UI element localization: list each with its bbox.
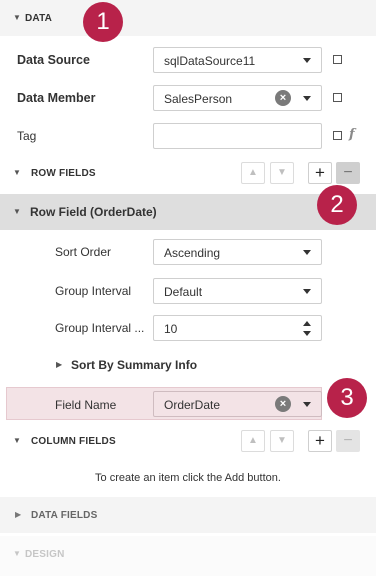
tag-input[interactable] xyxy=(153,123,322,149)
sort-order-label: Sort Order xyxy=(55,245,112,259)
expand-arrow-icon: ▶ xyxy=(15,510,22,519)
expression-icon[interactable]: f xyxy=(349,127,355,142)
chevron-down-icon xyxy=(303,250,311,255)
collapse-arrow-icon: ▼ xyxy=(13,168,21,177)
chevron-down-icon xyxy=(303,402,311,407)
data-section-label: DATA xyxy=(25,13,53,24)
callout-badge-2: 2 xyxy=(317,185,357,225)
collapse-arrow-icon: ▼ xyxy=(13,549,21,558)
data-source-checkbox[interactable] xyxy=(333,55,342,64)
group-interval-select[interactable]: Default xyxy=(153,278,322,304)
column-fields-label: COLUMN FIELDS xyxy=(31,436,116,447)
sort-by-summary-label: Sort By Summary Info xyxy=(71,358,198,372)
data-source-select[interactable]: sqlDataSource11 xyxy=(153,47,322,73)
chevron-down-icon xyxy=(303,289,311,294)
add-row-field-button[interactable]: + xyxy=(308,162,332,184)
collapse-arrow-icon: ▼ xyxy=(13,13,21,22)
collapse-arrow-icon: ▼ xyxy=(13,207,21,216)
callout-badge-1: 1 xyxy=(83,2,123,42)
chevron-down-icon xyxy=(303,96,311,101)
remove-column-field-button[interactable]: − xyxy=(336,430,360,452)
row-field-item-label: Row Field (OrderDate) xyxy=(30,205,157,219)
chevron-down-icon xyxy=(303,58,311,63)
tag-label: Tag xyxy=(17,129,37,143)
add-column-field-button[interactable]: + xyxy=(308,430,332,452)
tag-checkbox[interactable] xyxy=(333,131,342,140)
collapse-arrow-icon: ▼ xyxy=(13,436,21,445)
row-fields-label: ROW FIELDS xyxy=(31,168,96,179)
data-section-header[interactable]: ▼ DATA xyxy=(0,0,376,36)
group-interval-num-stepper[interactable]: 10 xyxy=(153,315,322,341)
data-fields-header[interactable]: ▶ DATA FIELDS xyxy=(0,497,376,533)
data-member-checkbox[interactable] xyxy=(333,93,342,102)
field-name-select[interactable]: OrderDate × xyxy=(153,391,322,417)
column-fields-empty-text: To create an item click the Add button. xyxy=(95,472,281,484)
data-source-label: Data Source xyxy=(17,53,90,67)
sort-order-select[interactable]: Ascending xyxy=(153,239,322,265)
move-down-button[interactable]: ▼ xyxy=(270,162,294,184)
move-up-button[interactable]: ▲ xyxy=(241,162,265,184)
callout-badge-3: 3 xyxy=(327,378,367,418)
group-interval-label: Group Interval xyxy=(55,284,132,298)
design-label: DESIGN xyxy=(25,549,65,560)
spin-up-icon[interactable] xyxy=(303,321,311,326)
clear-icon[interactable]: × xyxy=(275,396,291,412)
design-header[interactable]: ▼ DESIGN xyxy=(0,536,376,576)
data-member-label: Data Member xyxy=(17,91,96,105)
spin-down-icon[interactable] xyxy=(303,331,311,336)
field-name-label: Field Name xyxy=(55,398,117,412)
group-interval-num-label: Group Interval ... xyxy=(55,321,145,335)
data-member-select[interactable]: SalesPerson × xyxy=(153,85,322,111)
expand-arrow-icon: ▶ xyxy=(56,360,63,369)
remove-row-field-button[interactable]: − xyxy=(336,162,360,184)
clear-icon[interactable]: × xyxy=(275,90,291,106)
move-down-button[interactable]: ▼ xyxy=(270,430,294,452)
data-fields-label: DATA FIELDS xyxy=(31,510,98,521)
sort-by-summary-header[interactable]: ▶ Sort By Summary Info xyxy=(50,352,300,378)
move-up-button[interactable]: ▲ xyxy=(241,430,265,452)
